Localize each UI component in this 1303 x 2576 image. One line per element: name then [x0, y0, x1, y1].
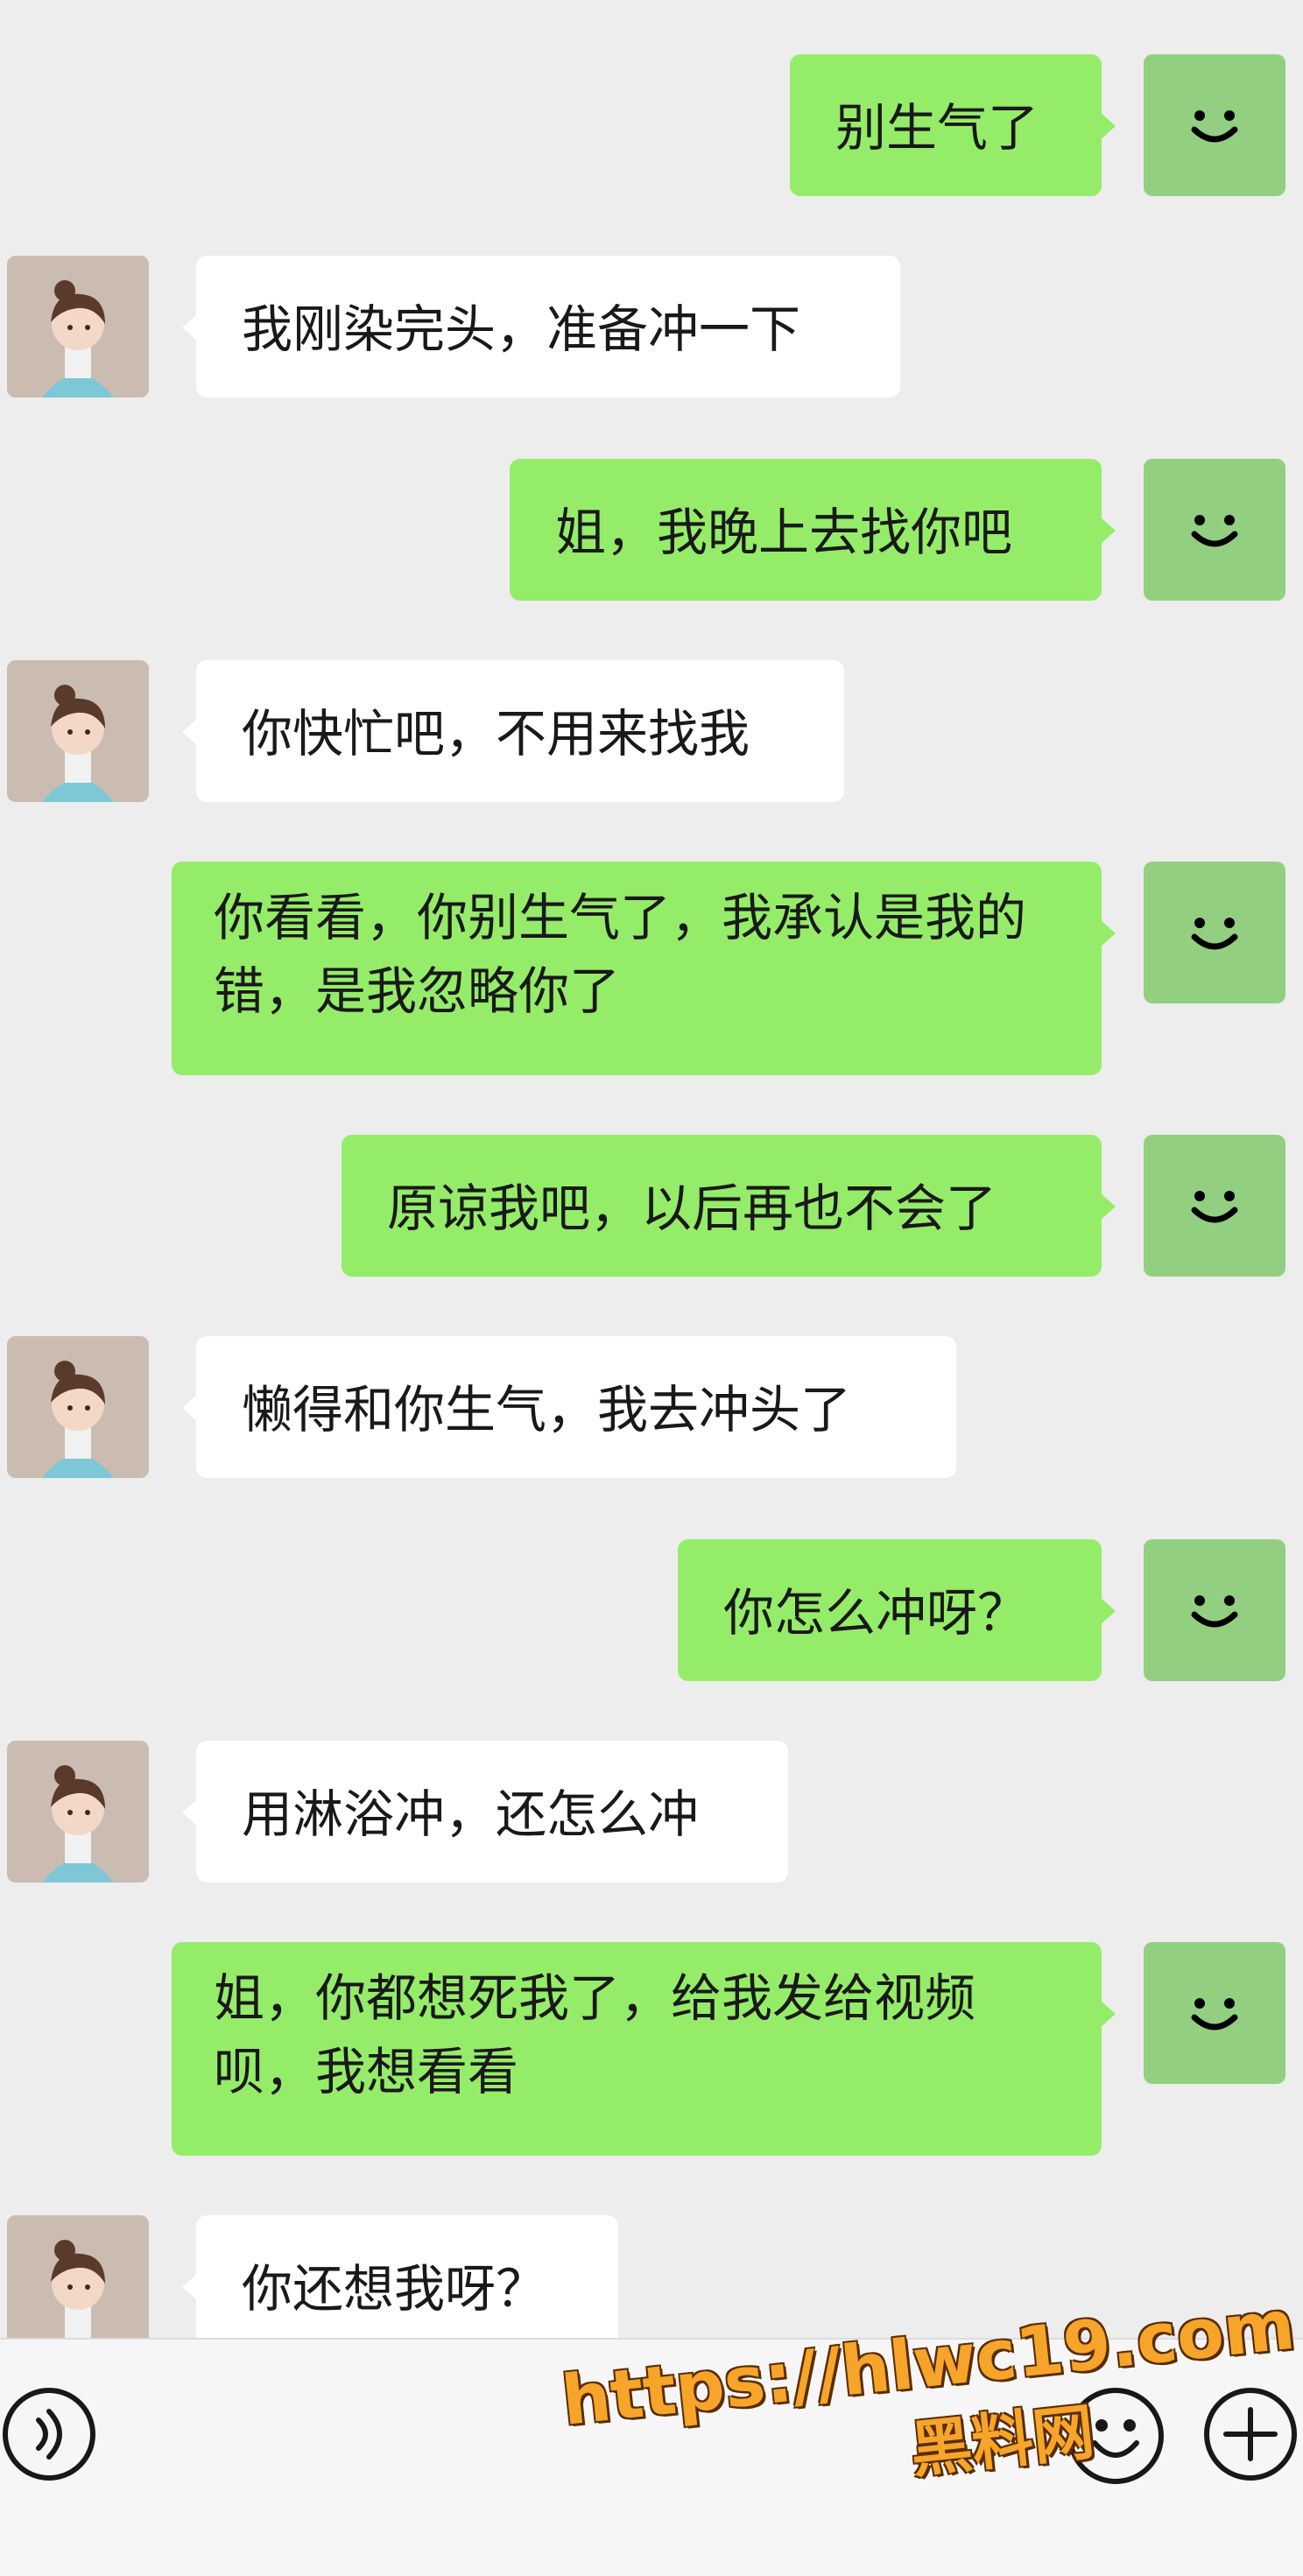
message-bubble-received[interactable]: 用淋浴冲，还怎么冲 — [182, 1741, 788, 1883]
girl-avatar-icon — [7, 1741, 149, 1883]
plus-button[interactable] — [1201, 2385, 1299, 2483]
emoji-button[interactable] — [1065, 2385, 1166, 2487]
contact-avatar[interactable] — [7, 1336, 149, 1478]
my-avatar[interactable] — [1144, 459, 1285, 601]
message-bubble-received[interactable]: 你还想我呀？ — [182, 2215, 618, 2357]
message-bubble-sent[interactable]: 别生气了 — [790, 54, 1116, 196]
my-avatar[interactable] — [1144, 862, 1285, 1003]
contact-avatar[interactable] — [7, 1741, 149, 1883]
message-bubble-sent[interactable]: 姐，你都想死我了，给我发给视频呗，我想看看 — [172, 1942, 1116, 2156]
message-bubble-sent[interactable]: 原谅我吧，以后再也不会了 — [342, 1135, 1116, 1277]
smiley-avatar-icon — [1191, 918, 1238, 950]
girl-avatar-icon — [7, 1336, 149, 1478]
girl-avatar-icon — [7, 256, 149, 398]
contact-avatar[interactable] — [7, 660, 149, 802]
my-avatar[interactable] — [1144, 1942, 1285, 2084]
message-bubble-sent[interactable]: 你看看，你别生气了，我承认是我的错，是我忽略你了 — [172, 862, 1116, 1075]
chat-area[interactable]: 别生气了 我刚染完头，准备冲一下 姐，我晚上去找你吧 你快忙吧，不用来找我 你看… — [0, 0, 1303, 2357]
message-bubble-received[interactable]: 你快忙吧，不用来找我 — [182, 660, 844, 802]
emoji-icon — [1067, 2388, 1164, 2484]
contact-avatar[interactable] — [7, 2215, 149, 2357]
smiley-avatar-icon — [1191, 1595, 1238, 1628]
input-bar — [0, 2338, 1303, 2576]
message-bubble-sent[interactable]: 姐，我晚上去找你吧 — [510, 459, 1116, 601]
smiley-avatar-icon — [1191, 1191, 1238, 1223]
message-bubble-received[interactable]: 我刚染完头，准备冲一下 — [182, 256, 900, 398]
smiley-avatar-icon — [1191, 515, 1238, 547]
my-avatar[interactable] — [1144, 1135, 1285, 1277]
my-avatar[interactable] — [1144, 54, 1285, 196]
smiley-avatar-icon — [1191, 110, 1238, 143]
girl-avatar-icon — [7, 660, 149, 802]
plus-icon — [1204, 2388, 1297, 2481]
my-avatar[interactable] — [1144, 1539, 1285, 1681]
message-bubble-received[interactable]: 懒得和你生气，我去冲头了 — [182, 1336, 956, 1478]
smiley-avatar-icon — [1191, 1998, 1238, 2031]
girl-avatar-icon — [7, 2215, 149, 2357]
voice-icon — [3, 2388, 95, 2481]
contact-avatar[interactable] — [7, 256, 149, 398]
message-bubble-sent[interactable]: 你怎么冲呀？ — [678, 1539, 1116, 1681]
voice-button[interactable] — [0, 2385, 98, 2483]
